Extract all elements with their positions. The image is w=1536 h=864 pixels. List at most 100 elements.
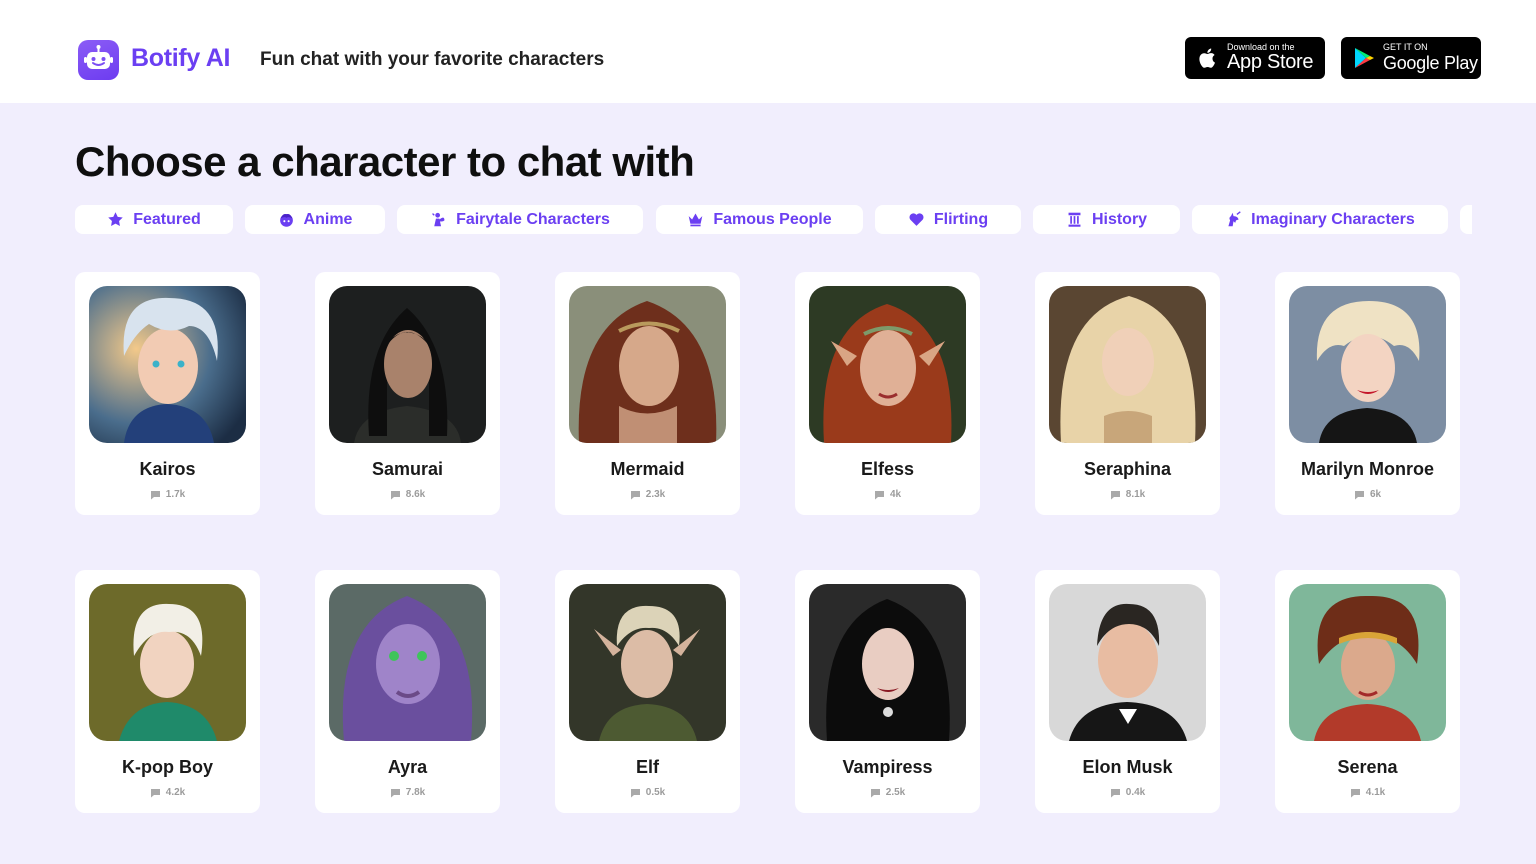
chat-count-value: 1.7k: [165, 489, 186, 500]
character-name: Seraphina: [1083, 459, 1172, 479]
chip-label: Flirting: [933, 210, 989, 228]
character-name: Samurai: [371, 459, 444, 479]
app-store-big-label: App Store: [1227, 51, 1314, 73]
chat-bubble-icon: [150, 490, 160, 499]
chip-imaginary-characters[interactable]: Imaginary Characters: [1192, 205, 1448, 234]
chat-count-value: 2.3k: [645, 489, 666, 500]
chip-label: Famous People: [713, 210, 832, 228]
chat-count: 8.6k: [315, 489, 500, 500]
character-card-k-pop-boy[interactable]: K-pop Boy 4.2k: [75, 570, 260, 813]
character-name: Marilyn Monroe: [1300, 459, 1434, 479]
chat-count-value: 8.1k: [1125, 489, 1146, 500]
apple-icon: [1199, 48, 1215, 68]
character-name: K-pop Boy: [122, 757, 213, 777]
page-title: Choose a character to chat with: [75, 138, 695, 185]
chat-count-value: 0.5k: [645, 787, 666, 798]
app-store-button[interactable]: Download on the App Store: [1185, 37, 1325, 79]
character-card-seraphina[interactable]: Seraphina 8.1k: [1035, 272, 1220, 515]
tagline: Fun chat with your favorite characters: [260, 49, 605, 70]
chat-bubble-icon: [630, 788, 640, 797]
chip-famous-people[interactable]: Famous People: [656, 205, 863, 234]
google-play-icon: [1355, 48, 1374, 68]
chat-count: 2.5k: [795, 787, 980, 798]
character-avatar-seraphina: [1049, 286, 1206, 443]
character-avatar-samurai: [329, 286, 486, 443]
character-avatar-kairos: [89, 286, 246, 443]
chat-count-value: 8.6k: [405, 489, 426, 500]
google-play-button[interactable]: GET IT ON Google Play: [1341, 37, 1481, 79]
crown-icon: [689, 213, 703, 227]
character-avatar-serena: [1289, 584, 1446, 741]
character-card-marilyn-monroe[interactable]: Marilyn Monroe 6k: [1275, 272, 1460, 515]
chat-count-value: 4k: [889, 489, 902, 500]
character-name: Ayra: [387, 757, 428, 777]
heart-icon: [909, 213, 924, 226]
unicorn-icon: [1228, 211, 1241, 227]
character-card-kairos[interactable]: Kairos 1.7k: [75, 272, 260, 515]
character-avatar-k-pop-boy: [89, 584, 246, 741]
chat-count: 7.8k: [315, 787, 500, 798]
chip-featured[interactable]: Featured: [75, 205, 233, 234]
fairy-icon: [432, 212, 445, 227]
chip-label: History: [1091, 210, 1148, 228]
chat-bubble-icon: [874, 490, 884, 499]
chip-label: Anime: [303, 210, 353, 228]
character-avatar-elf: [569, 584, 726, 741]
character-card-samurai[interactable]: Samurai 8.6k: [315, 272, 500, 515]
chat-bubble-icon: [630, 490, 640, 499]
character-name: Vampiress: [842, 757, 933, 777]
chat-bubble-icon: [390, 490, 400, 499]
chat-bubble-icon: [1110, 490, 1120, 499]
character-card-mermaid[interactable]: Mermaid 2.3k: [555, 272, 740, 515]
character-name: Elon Musk: [1082, 757, 1173, 777]
chat-count: 0.4k: [1035, 787, 1220, 798]
anime-face-icon: [279, 213, 293, 227]
chat-count: 1.7k: [75, 489, 260, 500]
chat-count: 4.2k: [75, 787, 260, 798]
character-name: Elf: [635, 757, 659, 777]
character-card-vampiress[interactable]: Vampiress 2.5k: [795, 570, 980, 813]
chat-count: 4.1k: [1275, 787, 1460, 798]
chat-count: 8.1k: [1035, 489, 1220, 500]
brand-name[interactable]: Botify AI: [131, 44, 230, 73]
column-icon: [1068, 212, 1081, 227]
character-name: Kairos: [139, 459, 196, 479]
character-name: Elfess: [860, 459, 915, 479]
chip-label: Fairytale Characters: [456, 210, 610, 228]
google-play-big-label: Google Play: [1383, 53, 1478, 73]
character-avatar-vampiress: [809, 584, 966, 741]
chat-bubble-icon: [1350, 788, 1360, 797]
character-name: Mermaid: [610, 459, 685, 479]
star-icon: [108, 212, 123, 227]
category-chips: Featured Anime Fairytale Characters Famo…: [75, 205, 1475, 234]
character-avatar-marilyn-monroe: [1289, 286, 1446, 443]
chip-fairytale-characters[interactable]: Fairytale Characters: [397, 205, 643, 234]
chip-flirting[interactable]: Flirting: [875, 205, 1021, 234]
chat-count: 2.3k: [555, 489, 740, 500]
google-play-small-label: GET IT ON: [1383, 42, 1428, 52]
chat-count-value: 7.8k: [405, 787, 426, 798]
chat-bubble-icon: [390, 788, 400, 797]
chat-count: 0.5k: [555, 787, 740, 798]
chat-count: 4k: [795, 489, 980, 500]
chip-anime[interactable]: Anime: [245, 205, 385, 234]
chat-count-value: 4.1k: [1365, 787, 1386, 798]
robot-face-icon[interactable]: [78, 40, 119, 80]
chip-label: Imaginary Characters: [1251, 210, 1415, 228]
character-avatar-mermaid: [569, 286, 726, 443]
chat-count-value: 4.2k: [165, 787, 186, 798]
character-card-elfess[interactable]: Elfess 4k: [795, 272, 980, 515]
chat-bubble-icon: [1354, 490, 1364, 499]
character-card-ayra[interactable]: Ayra 7.8k: [315, 570, 500, 813]
character-card-serena[interactable]: Serena 4.1k: [1275, 570, 1460, 813]
chat-count-value: 6k: [1369, 489, 1382, 500]
character-avatar-ayra: [329, 584, 486, 741]
chip-overflow-stub[interactable]: [1460, 205, 1472, 234]
character-name: Serena: [1337, 757, 1398, 777]
chat-bubble-icon: [1110, 788, 1120, 797]
character-card-elon-musk[interactable]: Elon Musk 0.4k: [1035, 570, 1220, 813]
character-card-elf[interactable]: Elf 0.5k: [555, 570, 740, 813]
chat-count-value: 0.4k: [1125, 787, 1146, 798]
chip-history[interactable]: History: [1033, 205, 1180, 234]
character-avatar-elfess: [809, 286, 966, 443]
